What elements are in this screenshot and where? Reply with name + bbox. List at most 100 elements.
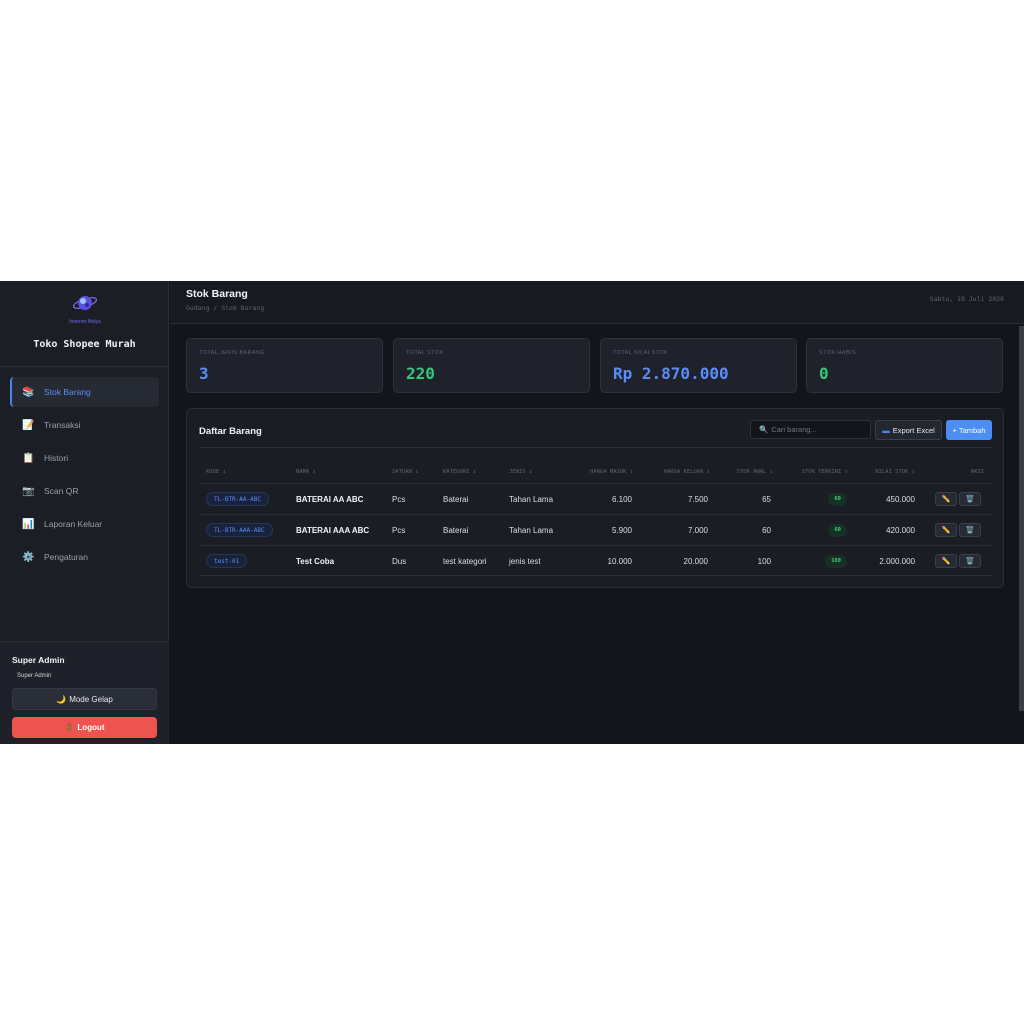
column-header-jenis[interactable]: JENIS ↕ bbox=[509, 469, 532, 475]
page-title: Stok Barang bbox=[186, 288, 248, 300]
logout-button[interactable]: 🚪 Logout bbox=[12, 717, 157, 738]
sidebar-item-transaksi[interactable]: 📝 Transaksi bbox=[10, 410, 159, 440]
kategori-cell: Baterai bbox=[443, 525, 469, 535]
door-icon: 🚪 bbox=[64, 723, 75, 732]
dark-mode-label: Mode Gelap bbox=[69, 694, 113, 704]
logout-label: Logout bbox=[77, 723, 105, 732]
edit-button[interactable]: ✏️ bbox=[935, 492, 957, 506]
user-role: Super Admin bbox=[17, 673, 52, 679]
column-header-stok-terkini[interactable]: STOK TERKINI ↕ bbox=[802, 469, 848, 475]
scrollbar[interactable] bbox=[1019, 326, 1024, 711]
edit-button[interactable]: ✏️ bbox=[935, 554, 957, 568]
edit-button[interactable]: ✏️ bbox=[935, 523, 957, 537]
main-content: Stok Barang Gudang / Stok Barang Sabtu, … bbox=[170, 281, 1024, 744]
logo-icon bbox=[72, 296, 98, 310]
kode-cell: test-01 bbox=[206, 546, 248, 576]
sidebar-item-label: Stok Barang bbox=[44, 387, 91, 397]
satuan-cell: Pcs bbox=[392, 494, 406, 504]
column-header-stok-awal[interactable]: STOK AWAL ↕ bbox=[737, 469, 773, 475]
stok-awal-cell: 60 bbox=[762, 525, 771, 535]
nama-cell: BATERAI AAA ABC bbox=[296, 525, 370, 535]
search-icon: 🔍 bbox=[759, 425, 769, 434]
sidebar-nav: 📚 Stok Barang 📝 Transaksi 📋 Histori 📷 Sc… bbox=[10, 377, 159, 575]
stat-label: STOK HABIS bbox=[819, 350, 856, 356]
stat-label: TOTAL JENIS BARANG bbox=[199, 350, 266, 356]
stock-badge: 60 bbox=[828, 523, 847, 537]
jenis-cell: Tahan Lama bbox=[509, 494, 554, 504]
stok-awal-cell: 100 bbox=[757, 556, 771, 566]
code-badge: TL-BTR-AAA-ABC bbox=[206, 523, 273, 537]
harga-masuk-cell: 5.900 bbox=[611, 525, 632, 535]
kategori-cell: Baterai bbox=[443, 494, 469, 504]
logo-text: Internet Mulya bbox=[69, 319, 101, 325]
sidebar-item-pengaturan[interactable]: ⚙️ Pengaturan bbox=[10, 542, 159, 572]
bar-chart-icon: 📊 bbox=[22, 518, 35, 530]
column-header-aksi: AKSI bbox=[970, 469, 984, 475]
table-panel: Daftar Barang 🔍 Cari barang... ▬ Export … bbox=[186, 408, 1004, 588]
sidebar-item-label: Histori bbox=[44, 453, 69, 463]
column-header-satuan[interactable]: SATUAN ↕ bbox=[392, 469, 419, 475]
gear-icon: ⚙️ bbox=[22, 551, 35, 563]
column-header-kategori[interactable]: KATEGORI ↕ bbox=[443, 469, 476, 475]
stok-awal-cell: 65 bbox=[762, 494, 771, 504]
harga-keluar-cell: 20.000 bbox=[683, 556, 708, 566]
harga-masuk-cell: 10.000 bbox=[607, 556, 632, 566]
stat-card-total-stok: TOTAL STOK 220 bbox=[393, 338, 590, 393]
column-header-harga-keluar[interactable]: HARGA KELUAR ↕ bbox=[664, 469, 710, 475]
topbar: Stok Barang Gudang / Stok Barang Sabtu, … bbox=[170, 281, 1024, 324]
search-placeholder: Cari barang... bbox=[771, 425, 817, 434]
kode-cell: TL-BTR-AA-ABC bbox=[206, 484, 269, 514]
harga-keluar-cell: 7.000 bbox=[687, 525, 708, 535]
clipboard-icon: 📋 bbox=[22, 452, 35, 464]
satuan-cell: Pcs bbox=[392, 525, 406, 535]
satuan-cell: Dus bbox=[392, 556, 407, 566]
column-header-kode[interactable]: KODE ↕ bbox=[206, 469, 226, 475]
stok-terkini-cell: 60 bbox=[787, 515, 847, 545]
stock-badge: 100 bbox=[825, 554, 847, 568]
stat-value: 220 bbox=[406, 364, 435, 383]
kategori-cell: test kategori bbox=[443, 556, 487, 566]
add-item-button[interactable]: + Tambah bbox=[946, 420, 992, 440]
column-header-nama[interactable]: NAMA ↕ bbox=[296, 469, 316, 475]
sidebar-item-stok-barang[interactable]: 📚 Stok Barang bbox=[10, 377, 159, 407]
jenis-cell: jenis test bbox=[509, 556, 541, 566]
user-panel: Super Admin Super Admin 🌙 Mode Gelap 🚪 L… bbox=[0, 641, 169, 744]
harga-keluar-cell: 7.500 bbox=[687, 494, 708, 504]
brand: Internet Mulya Toko Shopee Murah bbox=[0, 281, 169, 367]
export-excel-button[interactable]: ▬ Export Excel bbox=[875, 420, 942, 440]
export-label: Export Excel bbox=[892, 425, 935, 435]
nilai-stok-cell: 450.000 bbox=[886, 494, 915, 504]
sidebar-item-histori[interactable]: 📋 Histori bbox=[10, 443, 159, 473]
table-row: test-01 Test Coba Dus test kategori jeni… bbox=[199, 545, 992, 576]
sidebar: Internet Mulya Toko Shopee Murah 📚 Stok … bbox=[0, 281, 169, 744]
divider bbox=[199, 447, 992, 448]
stat-label: TOTAL STOK bbox=[406, 350, 444, 356]
nama-cell: Test Coba bbox=[296, 556, 335, 566]
breadcrumb: Gudang / Stok Barang bbox=[186, 304, 265, 312]
stat-value: 3 bbox=[199, 364, 209, 383]
delete-button[interactable]: 🗑️ bbox=[959, 523, 981, 537]
sidebar-item-laporan-keluar[interactable]: 📊 Laporan Keluar bbox=[10, 509, 159, 539]
column-header-harga-masuk[interactable]: HARGA MASUK ↕ bbox=[590, 469, 633, 475]
table-row: TL-BTR-AAA-ABC BATERAI AAA ABC Pcs Bater… bbox=[199, 514, 992, 545]
spreadsheet-icon: ▬ bbox=[882, 425, 890, 435]
search-input[interactable]: 🔍 Cari barang... bbox=[750, 420, 871, 439]
stok-terkini-cell: 100 bbox=[787, 546, 847, 576]
stat-label: TOTAL NILAI STOK bbox=[613, 350, 669, 356]
sidebar-item-label: Pengaturan bbox=[44, 552, 88, 562]
code-badge: test-01 bbox=[206, 554, 248, 568]
aksi-cell: ✏️ 🗑️ bbox=[935, 484, 981, 514]
delete-button[interactable]: 🗑️ bbox=[959, 554, 981, 568]
dark-mode-button[interactable]: 🌙 Mode Gelap bbox=[12, 688, 157, 710]
nilai-stok-cell: 2.000.000 bbox=[879, 556, 915, 566]
stat-card-total-nilai: TOTAL NILAI STOK Rp 2.870.000 bbox=[600, 338, 797, 393]
sidebar-item-scan-qr[interactable]: 📷 Scan QR bbox=[10, 476, 159, 506]
aksi-cell: ✏️ 🗑️ bbox=[935, 546, 981, 576]
stok-terkini-cell: 60 bbox=[787, 484, 847, 514]
jenis-cell: Tahan Lama bbox=[509, 525, 554, 535]
sidebar-item-label: Transaksi bbox=[44, 420, 81, 430]
sidebar-item-label: Laporan Keluar bbox=[44, 519, 103, 529]
current-date: Sabtu, 18 Juli 2026 bbox=[929, 295, 1004, 303]
delete-button[interactable]: 🗑️ bbox=[959, 492, 981, 506]
nama-cell: BATERAI AA ABC bbox=[296, 494, 364, 504]
